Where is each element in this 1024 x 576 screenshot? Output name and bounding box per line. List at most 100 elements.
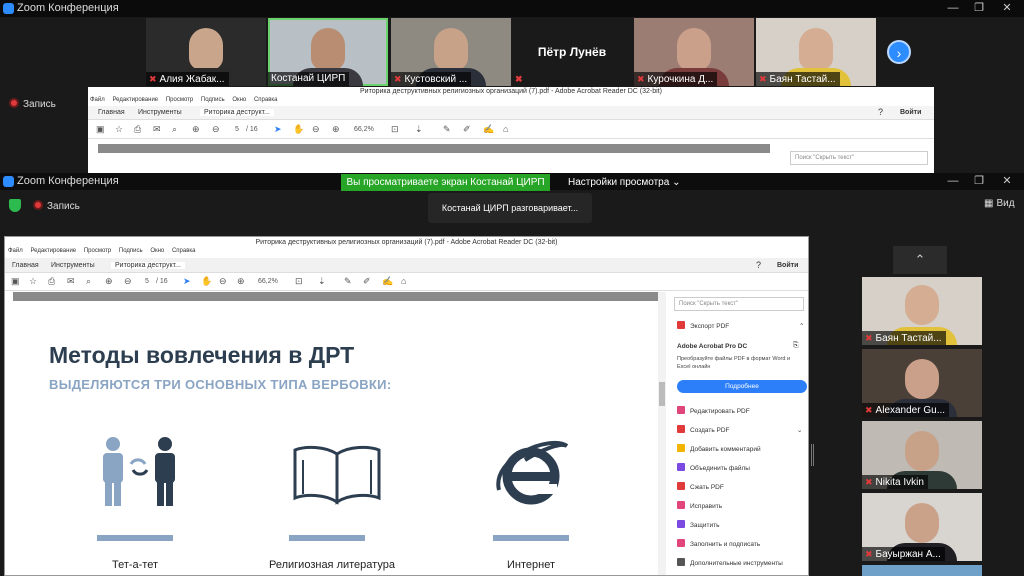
menu-file[interactable]: Файл — [8, 248, 23, 254]
scroll-icon[interactable]: ⇣ — [415, 124, 423, 135]
zoom-out-icon[interactable]: ⊖ — [219, 276, 227, 287]
recording-indicator[interactable]: Запись — [9, 98, 56, 110]
hand-icon[interactable]: ✋ — [293, 124, 304, 135]
minimize-button[interactable]: — — [940, 0, 966, 17]
signin-button[interactable]: Войти — [777, 262, 798, 269]
restore-button[interactable]: ❐ — [966, 0, 992, 17]
fit-icon[interactable]: ⊡ — [391, 124, 399, 135]
scroll-icon[interactable]: ⇣ — [318, 276, 326, 287]
tool-item[interactable]: Объединить файлы — [677, 463, 750, 475]
menu-window[interactable]: Окно — [150, 248, 164, 254]
page-down-icon[interactable]: ⊖ — [124, 276, 132, 287]
next-page-icon[interactable]: › — [887, 40, 911, 64]
participant-tile[interactable] — [862, 565, 982, 576]
participant-tile[interactable]: ✖ Баян Тастай... — [862, 277, 982, 345]
menu-window[interactable]: Окно — [232, 97, 246, 103]
participant-tile[interactable]: ✖ Курочкина Д... — [634, 18, 754, 86]
close-button[interactable]: ✕ — [994, 0, 1020, 17]
tool-item[interactable]: Редактировать PDF — [677, 406, 750, 418]
zoom-level[interactable]: 66,2% — [258, 278, 278, 285]
tool-item[interactable]: Сжать PDF — [677, 482, 724, 494]
email-icon[interactable]: ✉ — [153, 124, 161, 135]
tools-search-input[interactable]: Поиск "Скрыть текст" — [674, 297, 804, 311]
pen-icon[interactable]: ✐ — [463, 124, 471, 135]
tool-item[interactable]: Исправить — [677, 501, 722, 513]
save-icon[interactable]: ▣ — [11, 276, 20, 287]
menu-sign[interactable]: Подпись — [119, 248, 143, 254]
email-icon[interactable]: ✉ — [67, 276, 75, 287]
page-number-input[interactable]: 5 — [145, 278, 149, 285]
cursor-icon[interactable]: ➤ — [183, 276, 191, 287]
view-button[interactable]: ▦ Вид — [984, 198, 1015, 209]
tab-home[interactable]: Главная — [12, 262, 39, 269]
page-up-icon[interactable]: ⊕ — [192, 124, 200, 135]
tab-tools[interactable]: Инструменты — [138, 109, 182, 116]
page-number-input[interactable]: 5 — [235, 126, 239, 133]
comment-icon[interactable]: ✎ — [443, 124, 451, 135]
tool-item[interactable]: Дополнительные инструменты — [677, 558, 783, 570]
save-icon[interactable]: ▣ — [96, 124, 105, 135]
signin-button[interactable]: Войти — [900, 109, 921, 116]
participant-tile[interactable]: ✖ Алия Жабак... — [146, 18, 266, 86]
participant-tile-no-video[interactable]: Пётр Лунёв ✖ — [512, 18, 632, 86]
zoom-in-icon[interactable]: ⊕ — [237, 276, 245, 287]
splitter-handle[interactable] — [811, 444, 814, 466]
menu-help[interactable]: Справка — [254, 97, 278, 103]
participant-tile[interactable]: ✖ Nikita Ivkin — [862, 421, 982, 489]
help-icon[interactable]: ? — [878, 107, 883, 117]
fit-icon[interactable]: ⊡ — [295, 276, 303, 287]
help-icon[interactable]: ? — [756, 260, 761, 270]
search-icon[interactable]: ⌕ — [172, 124, 177, 135]
view-settings-dropdown[interactable]: Настройки просмотра ⌄ — [568, 174, 680, 191]
menu-sign[interactable]: Подпись — [201, 97, 225, 103]
sign-icon[interactable]: ✍ — [382, 276, 393, 287]
link-icon[interactable]: ⎘ — [793, 342, 799, 350]
export-pdf-item[interactable]: Экспорт PDF ⌃ — [677, 321, 804, 333]
tools-search-input[interactable]: Поиск "Скрыть текст" — [790, 151, 928, 165]
participant-tile[interactable]: ✖ Alexander Gu... — [862, 349, 982, 417]
comment-icon[interactable]: ✎ — [344, 276, 352, 287]
security-shield-icon[interactable] — [9, 199, 21, 212]
menu-edit[interactable]: Редактирование — [112, 97, 158, 103]
star-icon[interactable]: ☆ — [115, 124, 123, 135]
sign-icon[interactable]: ✍ — [483, 124, 494, 135]
tool-item[interactable]: Создать PDF ⌄ — [677, 425, 802, 437]
restore-button[interactable]: ❐ — [966, 173, 992, 190]
print-icon[interactable]: ⎙ — [48, 276, 55, 287]
minimize-button[interactable]: — — [940, 173, 966, 190]
gallery-scroll-up-icon[interactable]: ⌃ — [893, 246, 947, 274]
participant-tile[interactable]: ✖ Бауыржан А... — [862, 493, 982, 561]
menu-view[interactable]: Просмотр — [166, 97, 193, 103]
menu-file[interactable]: Файл — [90, 97, 105, 103]
search-icon[interactable]: ⌕ — [86, 276, 91, 287]
close-button[interactable]: ✕ — [994, 173, 1020, 190]
tab-tools[interactable]: Инструменты — [51, 262, 95, 269]
document-scrollbar[interactable] — [658, 292, 666, 575]
participant-tile-active-speaker[interactable]: Костанай ЦИРП — [268, 18, 388, 86]
menu-help[interactable]: Справка — [172, 248, 196, 254]
print-icon[interactable]: ⎙ — [134, 124, 141, 135]
cursor-icon[interactable]: ➤ — [274, 124, 282, 135]
learn-more-button[interactable]: Подробнее — [677, 380, 807, 393]
zoom-level[interactable]: 66,2% — [354, 126, 374, 133]
tool-item[interactable]: Добавить комментарий — [677, 444, 761, 456]
star-icon[interactable]: ☆ — [29, 276, 37, 287]
zoom-in-icon[interactable]: ⊕ — [332, 124, 340, 135]
tag-icon[interactable]: ⌂ — [503, 124, 508, 134]
pen-icon[interactable]: ✐ — [363, 276, 371, 287]
menu-edit[interactable]: Редактирование — [30, 248, 76, 254]
tool-item[interactable]: Защитить — [677, 520, 720, 532]
hand-icon[interactable]: ✋ — [201, 276, 212, 287]
zoom-out-icon[interactable]: ⊖ — [312, 124, 320, 135]
menu-view[interactable]: Просмотр — [84, 248, 111, 254]
participant-tile[interactable]: ✖ Кустовский ... — [391, 18, 511, 86]
page-down-icon[interactable]: ⊖ — [212, 124, 220, 135]
tab-home[interactable]: Главная — [98, 109, 125, 116]
tab-document[interactable]: Риторика деструкт... — [200, 109, 274, 116]
participant-tile[interactable]: ✖ Баян Тастай... — [756, 18, 876, 86]
tag-icon[interactable]: ⌂ — [401, 276, 406, 286]
page-up-icon[interactable]: ⊕ — [105, 276, 113, 287]
recording-indicator[interactable]: Запись — [33, 200, 80, 212]
tool-item[interactable]: Заполнить и подписать — [677, 539, 760, 551]
tab-document[interactable]: Риторика деструкт... — [111, 262, 185, 269]
